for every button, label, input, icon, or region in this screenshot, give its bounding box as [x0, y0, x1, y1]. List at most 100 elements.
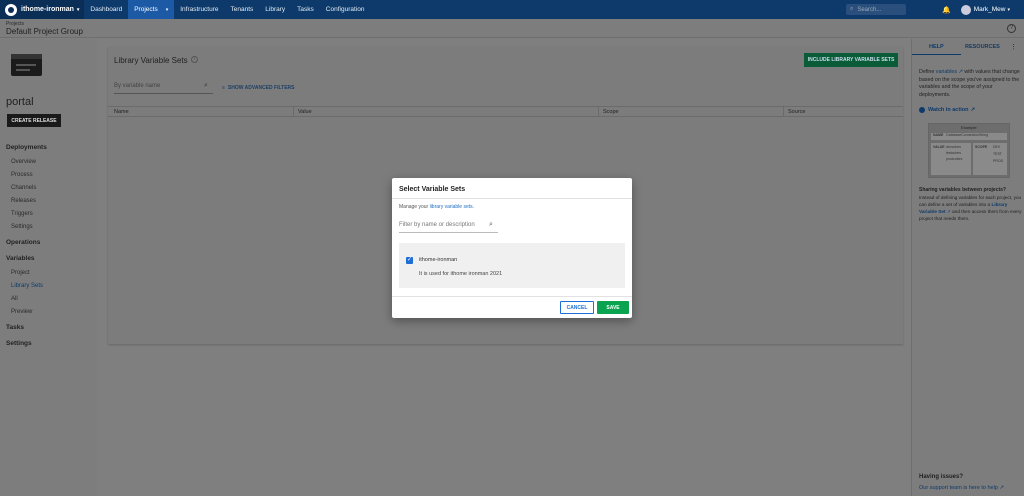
page-header: Projects Default Project Group ? — [0, 19, 1024, 38]
nav-projects[interactable]: Projects ▾ — [128, 0, 175, 19]
variable-set-name[interactable]: ithome-ironman — [419, 257, 457, 263]
space-selector[interactable]: ithome-ironman ▾ — [0, 0, 85, 19]
library-variable-sets-link[interactable]: library variable sets. — [430, 204, 474, 210]
search-icon: ⌕ — [489, 221, 493, 228]
nav-tasks[interactable]: Tasks — [291, 0, 320, 19]
chevron-down-icon[interactable]: ▾ — [1007, 7, 1010, 13]
global-search-input[interactable]: ⌕ Search... — [845, 4, 906, 15]
cancel-button[interactable]: CANCEL — [560, 301, 594, 314]
bell-icon[interactable]: 🔔 — [942, 6, 951, 14]
help-intro-text-1: Define — [919, 69, 935, 75]
filter-name-description-input[interactable]: Filter by name or description — [399, 222, 498, 233]
external-link-icon: ↗ — [999, 485, 1005, 491]
nav-tenants[interactable]: Tenants — [225, 0, 260, 19]
sharing-text: Instead of defining variables for each p… — [919, 194, 1023, 222]
active-tab-indicator — [912, 54, 961, 55]
sidebar-heading-settings[interactable]: Settings — [6, 340, 32, 347]
dialog-description-prefix: Manage your — [399, 204, 429, 210]
sidebar-item-all[interactable]: All — [11, 296, 18, 302]
sidebar-item-channels[interactable]: Channels — [11, 185, 36, 191]
top-navbar: ithome-ironman ▾ Dashboard Projects ▾ In… — [0, 0, 1024, 19]
column-header-value[interactable]: Value — [298, 109, 312, 115]
sidebar-item-overview[interactable]: Overview — [11, 159, 36, 165]
user-name[interactable]: Mark_Mew — [974, 6, 1006, 13]
issues-title: Having issues? — [919, 474, 964, 480]
chevron-down-icon: ▾ — [76, 6, 80, 13]
advanced-filters-label: SHOW ADVANCED FILTERS — [227, 85, 295, 91]
sidebar-heading-variables[interactable]: Variables — [6, 255, 35, 262]
variables-example-diagram: Example NAME DatabaseConnectionString VA… — [928, 123, 1010, 178]
column-header-source[interactable]: Source — [788, 109, 805, 115]
tab-resources[interactable]: RESOURCES — [965, 44, 1000, 50]
external-link-icon: ↗ — [946, 209, 951, 214]
example-label: Example — [961, 125, 977, 130]
nav-configuration[interactable]: Configuration — [320, 0, 371, 19]
more-options-icon[interactable]: ⋮ — [1010, 43, 1017, 51]
column-header-name[interactable]: Name — [114, 109, 129, 115]
filter-icon: ≡ — [222, 85, 225, 91]
avatar[interactable] — [960, 4, 971, 15]
variables-table-header: Name Value Scope Source — [108, 106, 903, 117]
variable-name-filter-input[interactable]: By variable name — [114, 83, 213, 94]
sidebar-item-process[interactable]: Process — [11, 172, 33, 178]
search-icon: ⌕ — [849, 6, 854, 12]
support-link-label: Our support team is here to help — [919, 485, 998, 491]
example-scope-2: PROD — [993, 159, 1004, 163]
include-library-variable-sets-button[interactable]: INCLUDE LIBRARY VARIABLE SETS — [804, 53, 898, 67]
sidebar-item-project[interactable]: Project — [11, 270, 30, 276]
example-scopes-box: SCOPE DEV TEST PROD — [973, 143, 1007, 175]
example-name-key: NAME — [933, 133, 944, 137]
create-release-button[interactable]: CREATE RELEASE — [7, 114, 61, 127]
sidebar-item-preview[interactable]: Preview — [11, 309, 32, 315]
sidebar-item-deploy-settings[interactable]: Settings — [11, 224, 33, 230]
sidebar-heading-deployments[interactable]: Deployments — [6, 144, 47, 151]
search-icon: ⌕ — [204, 82, 208, 89]
page-title: Default Project Group — [6, 27, 83, 36]
external-link-icon: ↗ — [958, 69, 963, 75]
space-name: ithome-ironman — [21, 6, 74, 13]
column-header-scope[interactable]: Scope — [603, 109, 619, 115]
project-logo-icon — [11, 54, 42, 76]
support-link[interactable]: Our support team is here to help ↗ — [919, 485, 1004, 491]
example-values-box: VALUE devcubes testcubes prodcubes — [931, 143, 971, 175]
help-question-icon[interactable]: ? — [1007, 24, 1016, 33]
help-intro: Define variables ↗ with values that chan… — [919, 69, 1023, 99]
divider — [392, 296, 632, 297]
nav-dashboard[interactable]: Dashboard — [84, 0, 128, 19]
show-advanced-filters-button[interactable]: ≡ SHOW ADVANCED FILTERS — [222, 85, 295, 91]
watch-label: Watch in action — [928, 107, 969, 113]
sidebar-item-library-sets[interactable]: Library Sets — [11, 283, 43, 289]
chevron-down-icon: ▾ — [165, 6, 169, 13]
watch-in-action-link[interactable]: Watch in action ↗ — [919, 107, 975, 113]
nav-infrastructure[interactable]: Infrastructure — [174, 0, 224, 19]
example-scope-key: SCOPE — [975, 145, 988, 149]
dialog-title: Select Variable Sets — [399, 186, 466, 193]
info-icon[interactable]: i — [191, 56, 198, 63]
example-name-row: NAME DatabaseConnectionString — [931, 133, 1007, 140]
example-scope-1: TEST — [993, 152, 1002, 156]
example-value-2: prodcubes — [946, 157, 963, 161]
play-icon — [919, 107, 925, 113]
dialog-description: Manage your library variable sets. — [399, 204, 474, 210]
variables-link[interactable]: variables — [936, 69, 957, 75]
project-name: portal — [6, 96, 34, 108]
sidebar-heading-tasks[interactable]: Tasks — [6, 324, 24, 331]
save-button[interactable]: SAVE — [597, 301, 629, 314]
sidebar-item-releases[interactable]: Releases — [11, 198, 36, 204]
sidebar-item-triggers[interactable]: Triggers — [11, 211, 33, 217]
navbar-right: ⌕ Search... 🔔 Mark_Mew ▾ — [845, 0, 1024, 19]
variable-set-checkbox[interactable]: ✓ — [406, 257, 413, 264]
example-scope-0: DEV — [993, 145, 1001, 149]
variable-set-description: It is used for ithome ironman 2021 — [419, 271, 503, 277]
example-name-value: DatabaseConnectionString — [946, 133, 989, 137]
sidebar-heading-operations[interactable]: Operations — [6, 239, 40, 246]
search-placeholder: Search... — [857, 6, 882, 13]
tab-help[interactable]: HELP — [929, 44, 944, 50]
card-title: Library Variable Sets — [114, 56, 188, 65]
help-panel: HELP RESOURCES ⋮ Define variables ↗ with… — [911, 39, 1024, 496]
nav-projects-label: Projects — [134, 6, 158, 13]
nav-library[interactable]: Library — [259, 0, 291, 19]
select-variable-sets-dialog: Select Variable Sets Manage your library… — [392, 178, 632, 318]
external-link-icon: ↗ — [970, 107, 976, 113]
example-value-0: devcubes — [946, 145, 961, 149]
